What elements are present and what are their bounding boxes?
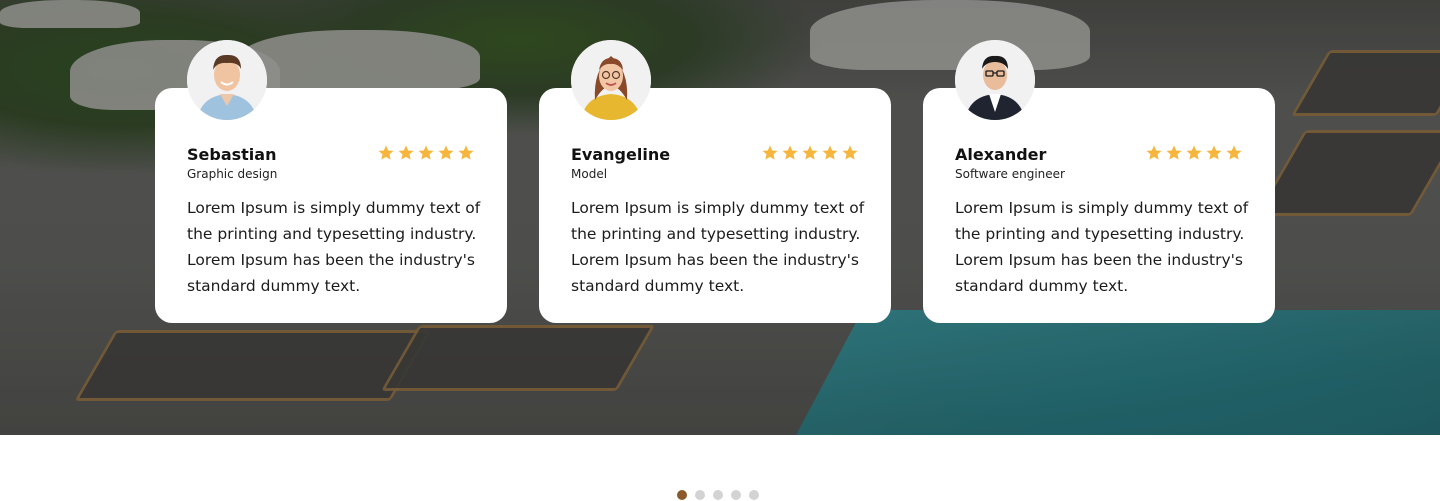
reviewer-name: Sebastian bbox=[187, 145, 277, 164]
avatar-person-icon bbox=[571, 40, 651, 120]
star-icon bbox=[378, 145, 394, 160]
testimonial-card: Alexander Software engineer Lorem Ipsum … bbox=[923, 40, 1275, 323]
star-icon bbox=[1206, 145, 1222, 160]
star-icon bbox=[782, 145, 798, 160]
avatar-person-icon bbox=[187, 40, 267, 120]
star-rating bbox=[377, 144, 475, 162]
testimonial-text: Lorem Ipsum is simply dummy text of the … bbox=[187, 199, 481, 295]
reviewer-role: Model bbox=[571, 167, 608, 181]
star-icon bbox=[1226, 145, 1242, 160]
star-icon bbox=[822, 145, 838, 160]
testimonial-text: Lorem Ipsum is simply dummy text of the … bbox=[955, 199, 1249, 295]
star-rating bbox=[761, 144, 859, 162]
avatar bbox=[571, 40, 651, 120]
testimonial-text: Lorem Ipsum is simply dummy text of the … bbox=[571, 199, 865, 295]
reviewer-role: Software engineer bbox=[955, 167, 1065, 181]
star-rating bbox=[1145, 144, 1243, 162]
pagination-dot-5[interactable] bbox=[749, 490, 759, 500]
reviewer-role: Graphic design bbox=[187, 167, 278, 181]
star-icon bbox=[1146, 145, 1162, 160]
avatar bbox=[955, 40, 1035, 120]
star-icon bbox=[1166, 145, 1182, 160]
testimonial-card: Sebastian Graphic design Lorem Ipsum is … bbox=[155, 40, 507, 323]
star-icon bbox=[458, 145, 474, 160]
reviewer-name: Evangeline bbox=[571, 145, 671, 164]
star-icon bbox=[802, 145, 818, 160]
pagination-dot-1[interactable] bbox=[677, 490, 687, 500]
reviewer-name: Alexander bbox=[955, 145, 1047, 164]
star-icon bbox=[438, 145, 454, 160]
avatar-person-icon bbox=[955, 40, 1035, 120]
star-icon bbox=[1186, 145, 1202, 160]
pagination-dot-2[interactable] bbox=[695, 490, 705, 500]
star-icon bbox=[842, 145, 858, 160]
testimonial-card: Evangeline Model Lorem Ipsum is simply d… bbox=[539, 40, 891, 323]
star-icon bbox=[762, 145, 778, 160]
pagination-dot-3[interactable] bbox=[713, 490, 723, 500]
star-icon bbox=[398, 145, 414, 160]
star-icon bbox=[418, 145, 434, 160]
pagination-dot-4[interactable] bbox=[731, 490, 741, 500]
carousel-pagination bbox=[677, 490, 759, 500]
avatar bbox=[187, 40, 267, 120]
